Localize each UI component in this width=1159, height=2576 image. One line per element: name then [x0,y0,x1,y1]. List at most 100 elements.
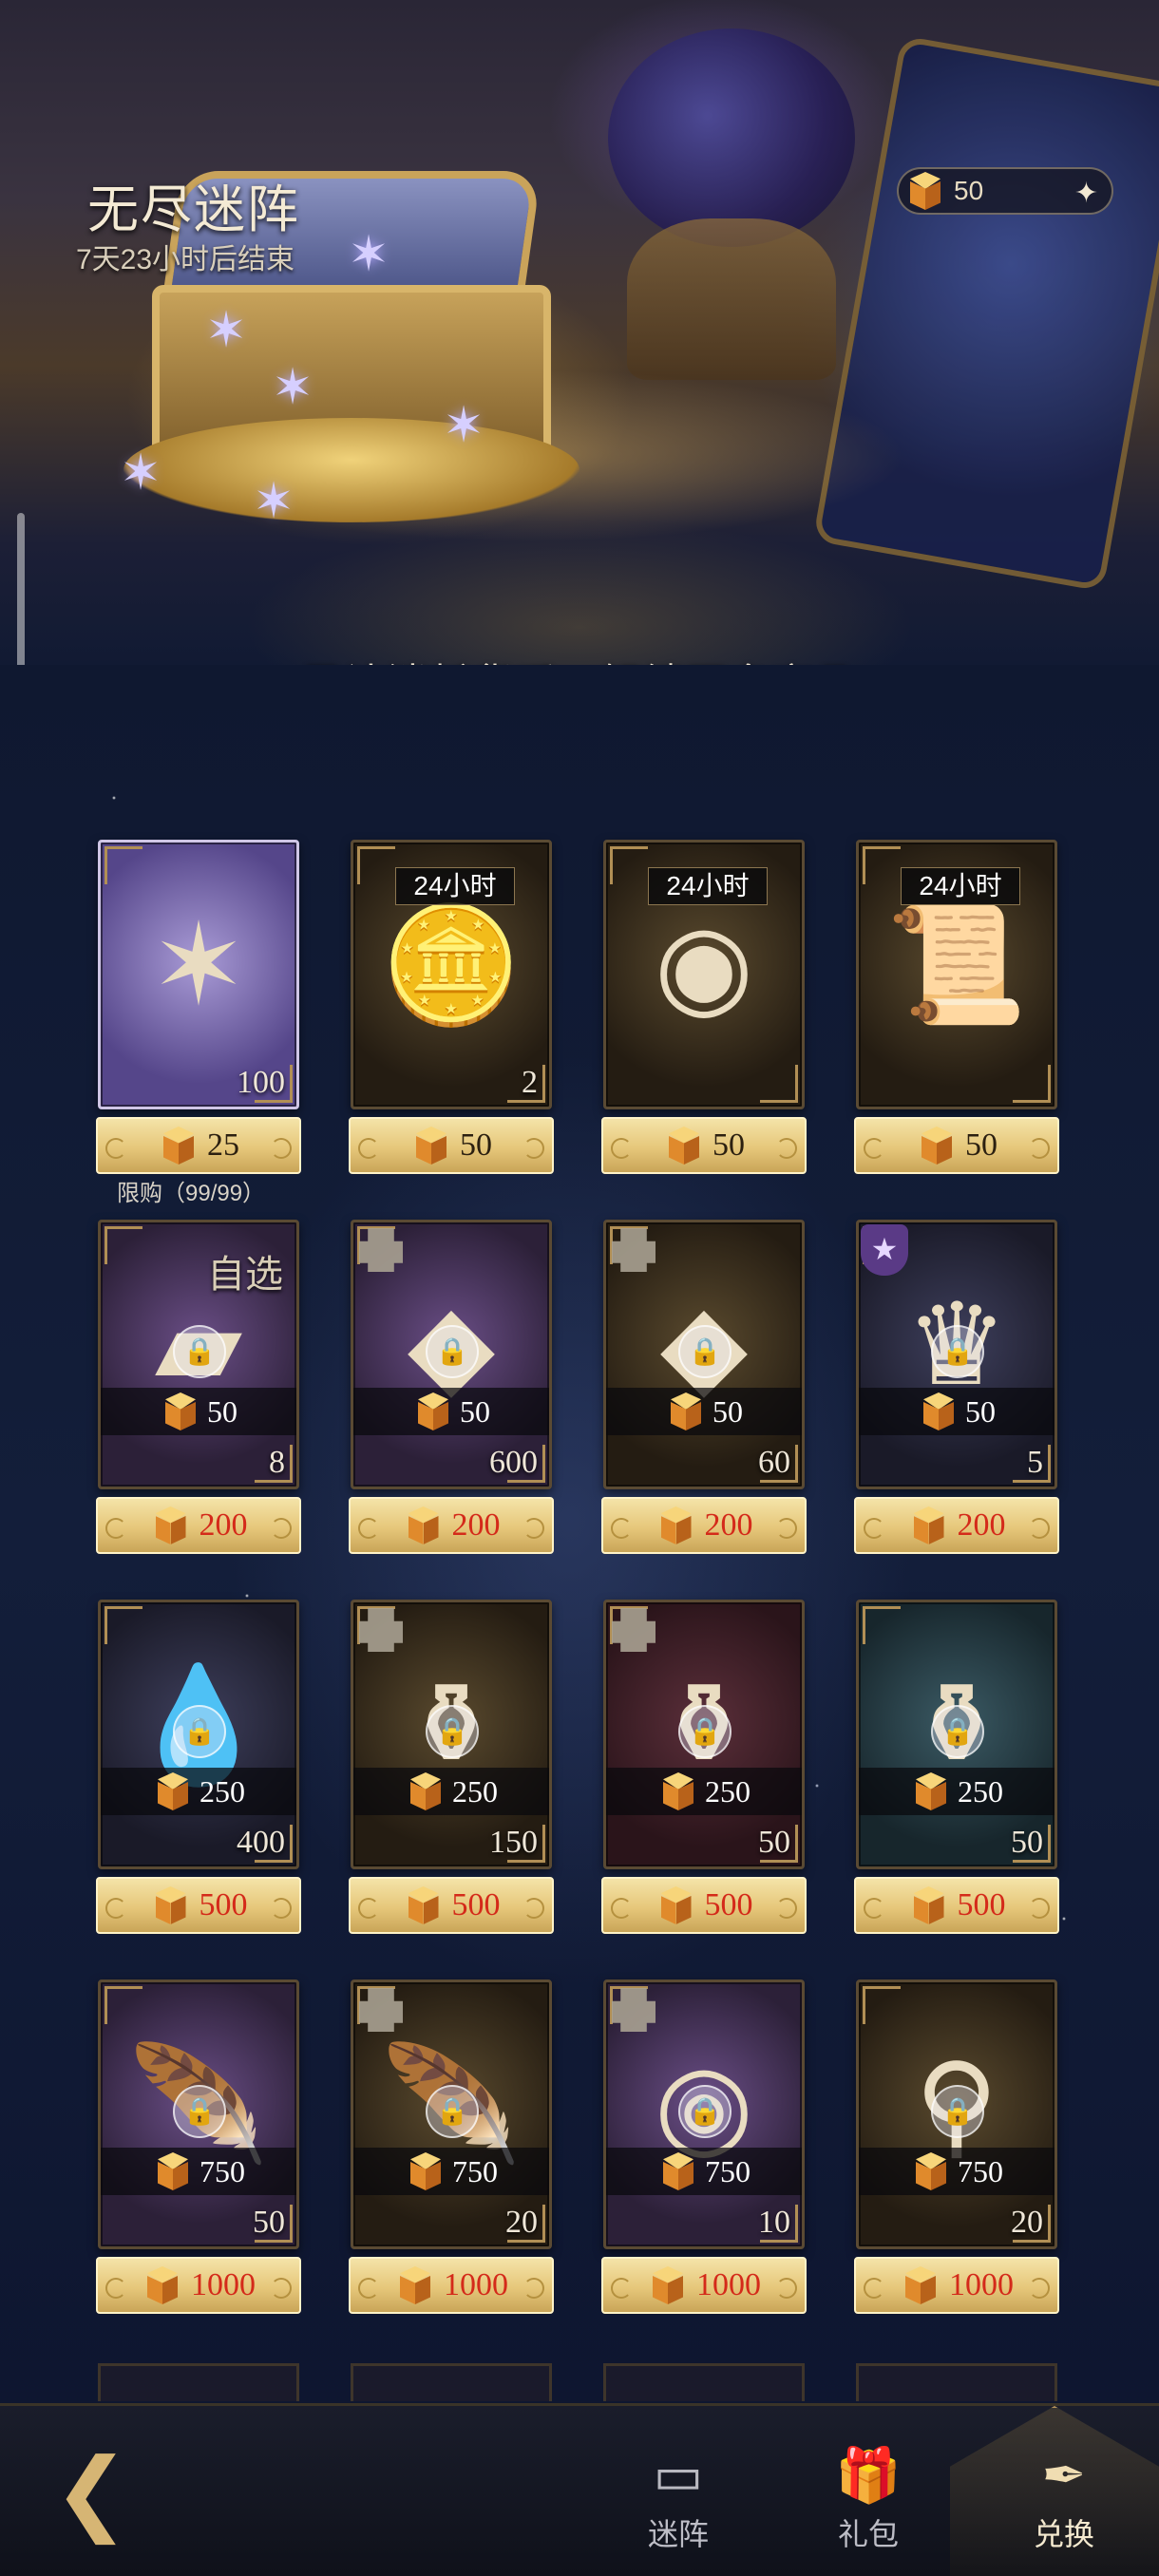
unlock-cost: 250 [859,1768,1054,1815]
item-card[interactable]: 🪶 🔒 750 20 [351,1979,552,2249]
item-quantity: 100 [237,1065,285,1100]
item-card[interactable]: ⚲ 🔒 750 20 [856,1979,1057,2249]
item-card[interactable]: ♛ ★ 🔒 50 5 [856,1220,1057,1489]
currency-cube-icon [152,1771,194,1812]
price-value: 1000 [696,2267,761,2302]
unlock-cost-value: 50 [965,1393,996,1429]
back-arrow-icon[interactable]: ❮ [53,2444,167,2539]
crystal-icon: ✶ [443,397,484,454]
item-quantity: 5 [1027,1445,1043,1480]
tab-exchange[interactable]: ✒ 兑换 [1007,2448,1121,2554]
currency-balance[interactable]: 50 ✦ [897,167,1113,215]
purchase-limit: 限购（99/99） [117,1181,266,1206]
item-card[interactable]: 💧 🔒 250 400 [98,1600,299,1869]
buy-button[interactable]: 500 [854,1877,1059,1934]
buy-button[interactable]: 500 [349,1877,554,1934]
item-card[interactable]: ◉ 24小时 [603,840,805,1109]
unlock-cost-value: 250 [958,1773,1003,1809]
currency-cube-icon [665,1391,707,1432]
item-card[interactable]: ◎ 🔒 750 10 [603,1979,805,2249]
feather-icon: ✒ [1041,2445,1087,2507]
buy-button[interactable]: 50 [601,1117,807,1174]
buy-button[interactable]: 500 [96,1877,301,1934]
buy-button[interactable]: 200 [96,1497,301,1554]
currency-cube-icon [908,1885,950,1926]
lock-icon: 🔒 [173,2085,226,2138]
item-card[interactable]: ◆ 🔒 50 600 [351,1220,552,1489]
item-card[interactable]: ▰ 自选 🔒 50 8 [98,1220,299,1489]
buy-button[interactable]: 500 [601,1877,807,1934]
lock-icon: 🔒 [426,1325,479,1378]
price-value: 500 [957,1887,1006,1923]
item-card[interactable]: 📜 24小时 [856,840,1057,1109]
item-card[interactable]: ⚱ 🔒 250 50 [603,1600,805,1869]
item-card[interactable]: 🪶 🔒 750 50 [98,1979,299,2249]
tab-maze-label: 迷阵 [647,2517,709,2551]
currency-amount: 50 [954,176,984,205]
price-value: 50 [965,1127,998,1163]
unlock-cost-value: 50 [207,1393,238,1429]
currency-cube-icon [410,1125,452,1166]
currency-cube-icon [908,1505,950,1546]
bottom-nav: ❮ ▭ 迷阵 🎁 礼包 ✒ 兑换 [0,2403,1159,2576]
crystal-ball-art [608,28,855,247]
timer-badge: 24小时 [395,867,515,905]
unlock-cost: 50 [859,1388,1054,1435]
currency-cube-icon [150,1885,192,1926]
currency-cube-icon [150,1505,192,1546]
currency-cube-icon [403,1505,445,1546]
currency-cube-icon [657,2150,699,2192]
item-card[interactable]: ◆ 🔒 50 60 [603,1220,805,1489]
lock-icon: 🔒 [678,2085,732,2138]
lock-icon: 🔒 [931,1325,984,1378]
buy-button[interactable]: 1000 [96,2257,301,2314]
currency-cube-icon [918,1391,960,1432]
unlock-cost-value: 750 [200,2153,245,2188]
timer-badge: 24小时 [901,867,1020,905]
item-quantity: 600 [489,1445,538,1480]
currency-cube-icon [405,1771,446,1812]
buy-button[interactable]: 50 [854,1117,1059,1174]
crystal-icon: ✶ [348,226,390,283]
tab-exchange-label: 兑换 [1033,2517,1094,2551]
buy-button[interactable]: 200 [349,1497,554,1554]
buy-button[interactable]: 1000 [601,2257,807,2314]
crystal-icon: ✶ [272,359,314,416]
tab-gift-label: 礼包 [837,2517,899,2551]
lock-icon: 🔒 [931,2085,984,2138]
tab-maze[interactable]: ▭ 迷阵 [621,2448,735,2554]
currency-cube-icon [910,2150,952,2192]
price-value: 500 [199,1887,248,1923]
unlock-cost: 50 [101,1388,296,1435]
item-quantity: 20 [505,2205,538,2240]
buy-button[interactable]: 1000 [854,2257,1059,2314]
item-quantity: 60 [758,1445,790,1480]
currency-cube-icon [657,1771,699,1812]
price-value: 1000 [444,2267,508,2302]
item-card[interactable]: 🪙 24小时 2 [351,840,552,1109]
currency-cube-icon [403,1885,445,1926]
buy-button[interactable]: 200 [854,1497,1059,1554]
lock-icon: 🔒 [426,1705,479,1758]
item-card[interactable]: ⚱ 🔒 250 150 [351,1600,552,1869]
item-card[interactable]: ⚱ 🔒 250 50 [856,1600,1057,1869]
event-title-text: 无尽迷阵 [87,180,300,239]
timer-badge: 24小时 [648,867,768,905]
add-currency-icon[interactable]: ✦ [1074,177,1098,210]
tab-gift[interactable]: 🎁 礼包 [811,2448,925,2554]
buy-button[interactable]: 1000 [349,2257,554,2314]
item-quantity: 400 [237,1825,285,1860]
item-quantity: 20 [1011,2205,1043,2240]
currency-cube-icon [158,1125,200,1166]
price-value: 200 [199,1507,248,1543]
lock-icon: 🔒 [426,2085,479,2138]
buy-button[interactable]: 200 [601,1497,807,1554]
buy-button[interactable]: 50 [349,1117,554,1174]
item-quantity: 50 [1011,1825,1043,1860]
price-value: 1000 [191,2267,256,2302]
currency-cube-icon [394,2264,436,2306]
price-value: 200 [451,1507,501,1543]
buy-button[interactable]: 25 [96,1117,301,1174]
item-card[interactable]: ✶ 100 [98,840,299,1109]
lock-icon: 🔒 [931,1705,984,1758]
